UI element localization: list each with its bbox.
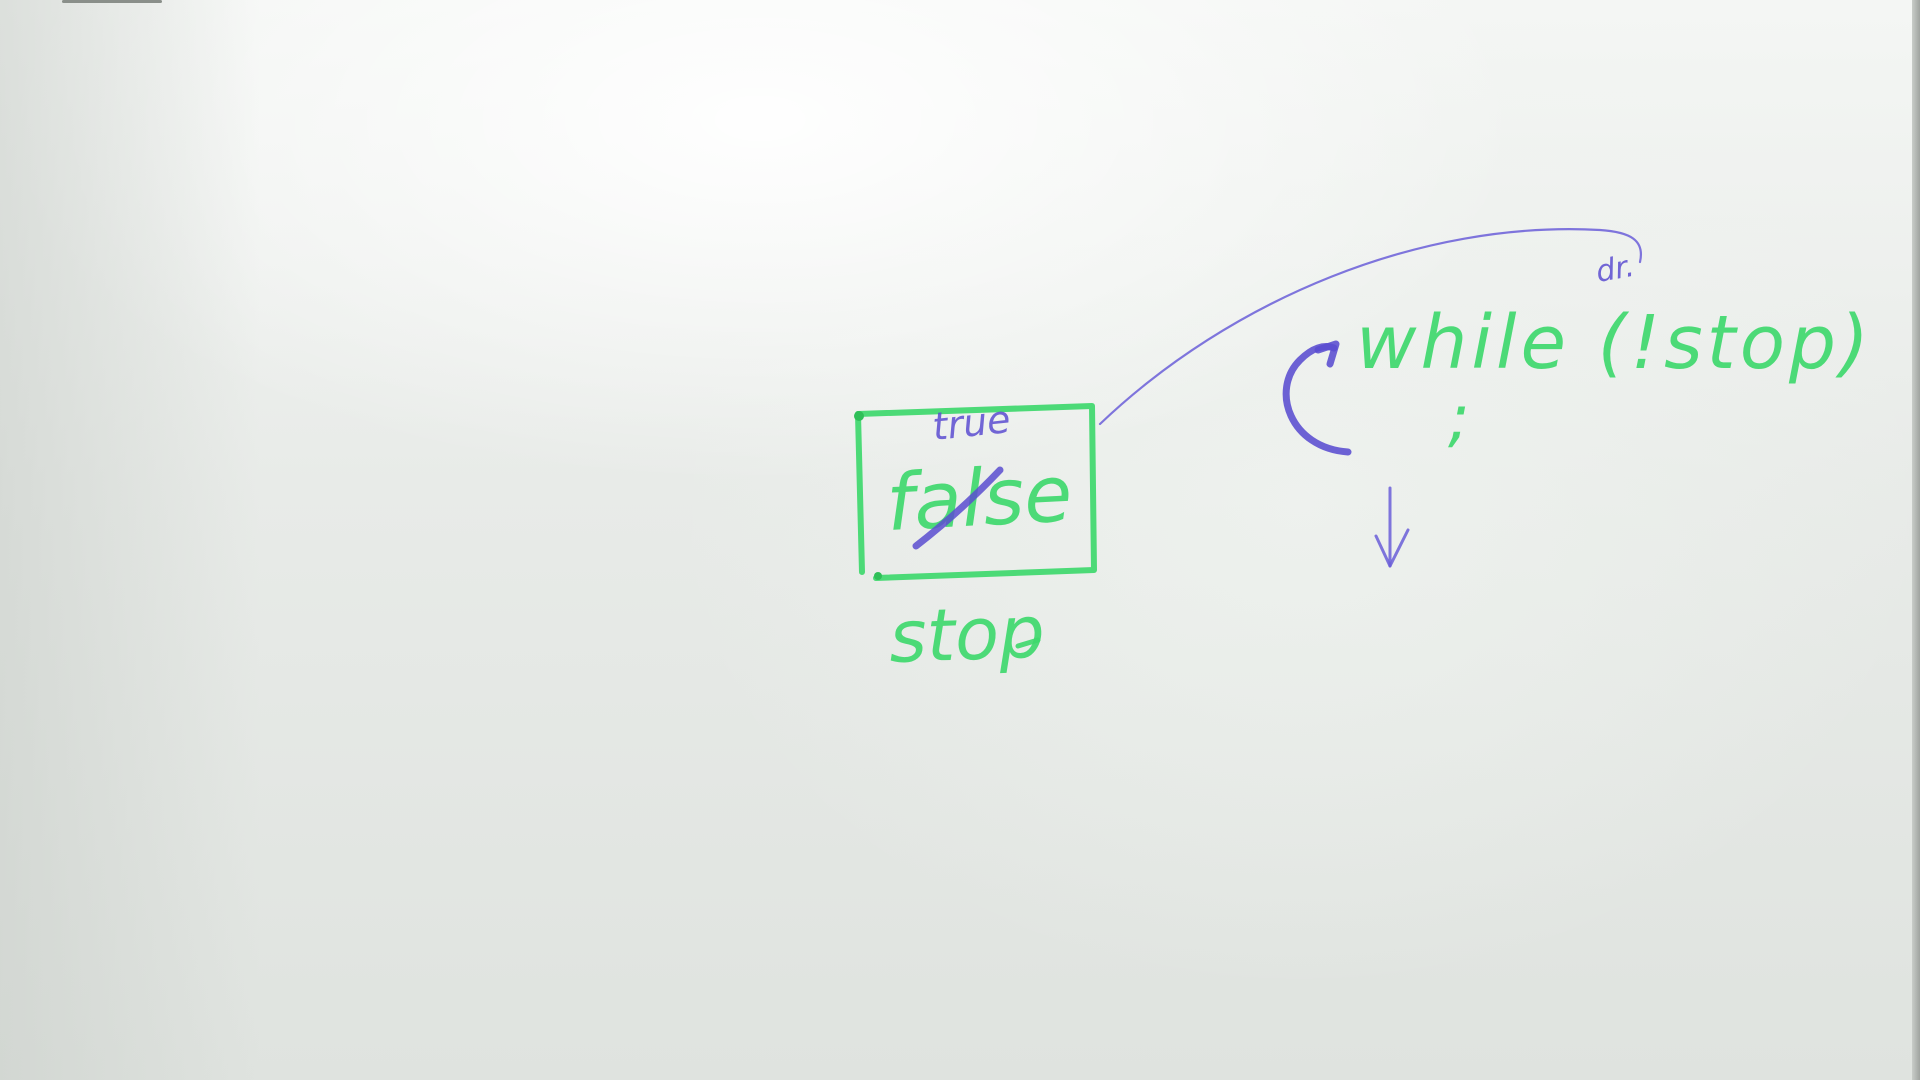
variable-value-old: false [884,449,1074,549]
variable-value-new: true [930,397,1012,449]
loop-body: ; [1448,382,1470,456]
variable-name-label: stop [888,590,1046,679]
arc-annotation: dr. [1593,249,1637,290]
loop-code: while (!stop) [1356,300,1873,386]
loop-back-arrow [1282,340,1352,456]
down-arrow-icon [1374,486,1410,568]
whiteboard-drawing: false true stop dr. while (!stop) ; [854,228,1873,679]
